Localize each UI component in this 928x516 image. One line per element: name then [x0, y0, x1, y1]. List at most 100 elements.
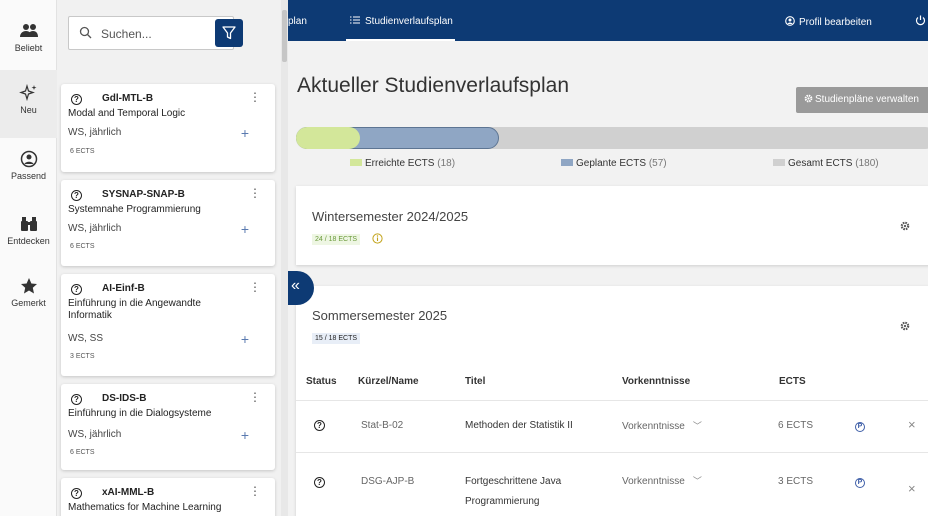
rail-item-passend[interactable]: Passend	[0, 138, 57, 206]
table-row[interactable]: ? Stat-B-02 Methoden der Statistik II Vo…	[296, 400, 928, 450]
planned-badge-icon: P	[855, 478, 865, 488]
legend-label: Geplante ECTS	[576, 158, 647, 169]
module-ects: 3 ECTS	[70, 353, 95, 360]
module-title: Einführung in die Dialogsysteme	[68, 408, 212, 419]
semester-ects-badge: 15 / 18 ECTS	[312, 333, 361, 344]
star-icon	[20, 278, 37, 294]
module-title: Systemnahe Programmierung	[68, 204, 201, 215]
module-code: Gdl-MTL-B	[102, 93, 154, 104]
manage-plans-label: Studienpläne verwalten	[815, 94, 919, 105]
remove-row-icon[interactable]: ×	[908, 417, 916, 432]
row-ects: 3 ECTS	[778, 476, 814, 487]
gear-icon	[804, 94, 813, 103]
module-card[interactable]: ? DS-IDS-B ⋮ Einführung in die Dialogsys…	[61, 384, 275, 470]
add-module-icon[interactable]: +	[241, 125, 249, 141]
status-unknown-icon: ?	[71, 284, 82, 295]
semester-card: Wintersemester 2024/2025 24 / 18 ECTS	[296, 186, 928, 265]
module-card[interactable]: ? AI-Einf-B ⋮ Einführung in die Angewand…	[61, 274, 275, 376]
person-circle-icon	[20, 150, 37, 168]
scrollbar-thumb[interactable]	[282, 10, 287, 62]
col-title: Titel	[465, 376, 486, 387]
filter-icon	[222, 26, 236, 40]
prereq-dropdown[interactable]: Vorkenntnisse ﹀	[622, 418, 702, 435]
rail-item-neu[interactable]: Neu	[0, 70, 57, 138]
legend-swatch	[350, 159, 362, 166]
module-code: AI-Einf-B	[102, 283, 145, 294]
status-unknown-icon: ?	[314, 420, 325, 431]
progress-achieved	[296, 127, 360, 149]
module-title: Einführung in die Angewandte Informatik	[68, 298, 201, 321]
row-ects: 6 ECTS	[778, 420, 814, 431]
tab-plan[interactable]: plan	[288, 16, 307, 27]
people-icon	[19, 24, 38, 37]
legend-count: (18)	[437, 158, 456, 169]
module-card[interactable]: ? Gdl-MTL-B ⋮ Modal and Temporal Logic W…	[61, 84, 275, 172]
semester-ects-badge: 24 / 18 ECTS	[312, 234, 361, 245]
col-prereq: Vorkenntnisse	[622, 376, 691, 387]
rail-item-entdecken[interactable]: Entdecken	[0, 203, 57, 271]
more-options-icon[interactable]: ⋮	[249, 391, 261, 403]
prereq-label: Vorkenntnisse	[622, 476, 685, 487]
more-options-icon[interactable]: ⋮	[249, 485, 261, 497]
semester-settings-icon[interactable]	[900, 321, 910, 331]
prereq-dropdown[interactable]: Vorkenntnisse ﹀	[622, 473, 702, 490]
status-unknown-icon: ?	[71, 394, 82, 405]
rail-label: Passend	[10, 171, 47, 181]
add-module-icon[interactable]: +	[241, 331, 249, 347]
tab-studienverlaufsplan[interactable]: Studienverlaufsplan	[346, 9, 455, 41]
ects-progress-bar	[296, 127, 928, 149]
rail-item-gemerkt[interactable]: Gemerkt	[0, 265, 57, 333]
rail-label: Gemerkt	[11, 298, 46, 308]
semester-title: Wintersemester 2024/2025	[312, 209, 469, 224]
more-options-icon[interactable]: ⋮	[249, 91, 261, 103]
manage-plans-button[interactable]: Studienpläne verwalten	[796, 87, 928, 113]
power-icon[interactable]	[915, 15, 926, 26]
more-options-icon[interactable]: ⋮	[249, 187, 261, 199]
semester-title: Sommersemester 2025	[312, 308, 448, 323]
semester-settings-icon[interactable]	[900, 221, 910, 231]
profile-icon	[785, 16, 795, 26]
row-code: Stat-B-02	[361, 420, 404, 431]
chevron-down-icon: ﹀	[692, 421, 702, 431]
search-input[interactable]: Suchen... ×	[68, 16, 234, 50]
binoculars-icon	[20, 217, 37, 231]
tab-label: Studienverlaufsplan	[365, 16, 453, 27]
module-code: xAI-MML-B	[102, 487, 155, 498]
status-unknown-icon: ?	[71, 190, 82, 201]
warning-info-icon[interactable]	[372, 233, 383, 244]
legend-swatch	[773, 159, 785, 166]
table-row[interactable]: ? DSG-AJP-B Fortgeschrittene Java Progra…	[296, 452, 928, 516]
module-semester: WS, SS	[68, 333, 104, 344]
legend-label: Gesamt ECTS	[788, 158, 853, 169]
list-icon	[350, 16, 360, 24]
planned-badge-icon: P	[855, 422, 865, 432]
more-options-icon[interactable]: ⋮	[249, 281, 261, 293]
search-icon	[79, 26, 92, 39]
module-card[interactable]: ? xAI-MML-B ⋮ Mathematics for Machine Le…	[61, 478, 275, 516]
row-code: DSG-AJP-B	[361, 476, 415, 487]
rail-item-beliebt[interactable]: Beliebt	[0, 10, 57, 78]
legend-total: Gesamt ECTS (180)	[773, 158, 879, 169]
col-code: Kürzel/Name	[358, 376, 419, 387]
add-module-icon[interactable]: +	[241, 221, 249, 237]
status-unknown-icon: ?	[71, 94, 82, 105]
sparkle-icon	[18, 84, 36, 102]
filter-button[interactable]	[215, 19, 243, 47]
search-placeholder: Suchen...	[101, 27, 152, 41]
module-ects: 6 ECTS	[70, 148, 95, 155]
page-title: Aktueller Studienverlaufsplan	[297, 74, 569, 97]
list-scrollbar[interactable]	[281, 0, 288, 516]
remove-row-icon[interactable]: ×	[908, 481, 916, 496]
module-card[interactable]: ? SYSNAP-SNAP-B ⋮ Systemnahe Programmier…	[61, 180, 275, 266]
prereq-label: Vorkenntnisse	[622, 421, 685, 432]
legend-planned: Geplante ECTS (57)	[561, 158, 667, 169]
row-title: Methoden der Statistik II	[465, 420, 573, 431]
nav-rail: Beliebt Neu Passend Entdecken Gemerkt	[0, 0, 57, 516]
module-semester: WS, jährlich	[68, 223, 122, 234]
profile-button[interactable]: Profil bearbeiten	[785, 16, 872, 28]
rail-label: Neu	[20, 105, 37, 115]
legend-count: (57)	[648, 158, 667, 169]
row-title-line2: Programmierung	[465, 496, 540, 507]
add-module-icon[interactable]: +	[241, 427, 249, 443]
double-chevron-left-icon: «	[291, 277, 300, 294]
